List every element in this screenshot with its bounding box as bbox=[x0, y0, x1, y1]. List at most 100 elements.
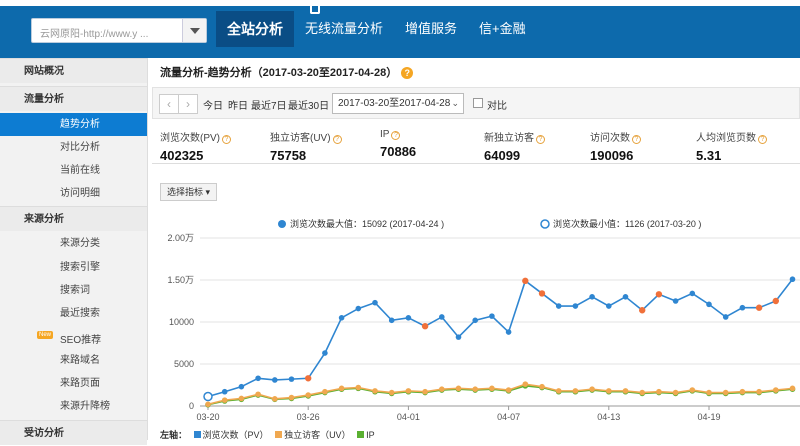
top-strip bbox=[0, 0, 800, 6]
series-line bbox=[207, 278, 794, 398]
data-point bbox=[539, 383, 545, 390]
min-annotation-text: 浏览次数最小值：1126 (2017-03-20 ) bbox=[553, 218, 701, 229]
data-point bbox=[355, 384, 362, 391]
data-point bbox=[739, 388, 746, 395]
max-annotation-text: 浏览次数最大值：15092 (2017-04-24 ) bbox=[290, 218, 444, 229]
data-point bbox=[472, 317, 479, 324]
data-point bbox=[288, 376, 295, 382]
sidebar-item-search-engine[interactable]: 搜索引擎 bbox=[0, 256, 147, 279]
x-tick-label: 03-20 bbox=[196, 412, 219, 422]
top-bar: 云网原阳-http://www.y ... 全站分析 无线流量分析 增值服务 信… bbox=[0, 0, 800, 58]
data-point bbox=[439, 314, 445, 320]
data-point bbox=[305, 392, 311, 398]
data-point bbox=[489, 313, 495, 319]
data-point bbox=[288, 394, 295, 401]
sidebar-item-compare[interactable]: 对比分析 bbox=[0, 136, 147, 159]
data-point bbox=[221, 388, 228, 395]
sidebar-group-visited[interactable]: 受访分析 bbox=[0, 420, 147, 445]
data-point bbox=[272, 396, 278, 402]
data-point bbox=[505, 329, 512, 335]
data-point bbox=[489, 385, 495, 392]
legend-swatch-ip bbox=[357, 431, 365, 438]
data-point bbox=[355, 305, 362, 312]
data-point bbox=[388, 317, 395, 324]
sidebar-group-traffic[interactable]: 流量分析 bbox=[0, 86, 147, 111]
tab-value-added[interactable]: 增值服务 bbox=[394, 11, 468, 47]
data-point bbox=[589, 294, 595, 300]
data-point bbox=[689, 290, 696, 297]
x-tick-label: 03-26 bbox=[297, 412, 320, 422]
data-point bbox=[405, 315, 412, 321]
new-badge: New bbox=[37, 331, 54, 339]
legend-label-uv[interactable]: 独立访客（UV） bbox=[284, 430, 351, 440]
data-point bbox=[455, 385, 462, 392]
data-point bbox=[205, 401, 211, 408]
site-select-value: 云网原阳-http://www.y ... bbox=[40, 29, 149, 40]
data-point bbox=[756, 388, 762, 395]
data-point-highlight bbox=[538, 290, 546, 297]
data-point-highlight bbox=[305, 375, 312, 382]
sidebar-item-search-term[interactable]: 搜索词 bbox=[0, 279, 147, 302]
data-point bbox=[338, 385, 345, 392]
sidebar-item-recent-search[interactable]: 最近搜索 bbox=[0, 302, 147, 325]
sidebar-item-trend[interactable]: 趋势分析 bbox=[0, 113, 147, 136]
sidebar-group-source[interactable]: 来源分析 bbox=[0, 206, 147, 231]
data-point bbox=[606, 388, 612, 394]
data-point bbox=[706, 301, 712, 308]
data-point bbox=[255, 375, 261, 382]
data-point bbox=[672, 298, 679, 304]
sidebar-item-seo: SEO推荐 bbox=[60, 335, 102, 346]
x-tick-label: 04-01 bbox=[397, 412, 420, 422]
data-point bbox=[272, 377, 278, 383]
data-point bbox=[706, 389, 712, 396]
legend-label-ip[interactable]: IP bbox=[366, 430, 375, 440]
data-point bbox=[739, 304, 746, 311]
x-tick-label: 04-07 bbox=[497, 412, 520, 422]
data-point bbox=[238, 395, 245, 402]
sidebar-item-seo-row[interactable]: New SEO推荐 bbox=[0, 326, 147, 349]
data-point bbox=[789, 385, 796, 392]
data-point bbox=[555, 303, 562, 309]
sidebar-item-overview[interactable]: 网站概况 bbox=[0, 58, 147, 83]
data-point-highlight bbox=[755, 304, 763, 311]
data-point bbox=[656, 388, 662, 395]
legend-label-pv[interactable]: 浏览次数（PV） bbox=[203, 430, 269, 440]
y-tick-label: 2.00万 bbox=[167, 233, 194, 243]
sidebar-item-visits[interactable]: 访问明细 bbox=[0, 182, 147, 205]
sidebar-item-online[interactable]: 当前在线 bbox=[0, 159, 147, 182]
tab-finance[interactable]: 信+金融 bbox=[468, 11, 537, 47]
data-point bbox=[455, 334, 462, 340]
data-point bbox=[722, 314, 729, 320]
min-annotation-icon bbox=[540, 219, 550, 229]
data-point bbox=[572, 388, 579, 394]
chevron-down-icon[interactable] bbox=[182, 19, 206, 42]
data-point bbox=[672, 389, 679, 396]
min-point-marker bbox=[203, 391, 213, 402]
data-point bbox=[555, 388, 562, 394]
x-tick-label: 04-19 bbox=[697, 412, 720, 422]
max-annotation-icon bbox=[278, 220, 286, 228]
data-point bbox=[639, 389, 645, 396]
sidebar-item-source-category[interactable]: 来源分类 bbox=[0, 232, 147, 255]
data-point-highlight bbox=[655, 291, 663, 298]
data-point-highlight bbox=[421, 323, 429, 330]
y-tick-label: 0 bbox=[189, 401, 194, 411]
data-point bbox=[322, 350, 328, 356]
legend-axis-label: 左轴： bbox=[160, 430, 188, 440]
tab-site-analysis[interactable]: 全站分析 bbox=[216, 11, 294, 47]
data-point bbox=[689, 387, 696, 393]
data-point bbox=[372, 299, 378, 306]
data-point bbox=[572, 303, 579, 309]
y-tick-label: 1.50万 bbox=[167, 275, 194, 285]
sidebar-item-referrer-page[interactable]: 来路页面 bbox=[0, 372, 147, 395]
data-point bbox=[439, 386, 445, 393]
site-select[interactable]: 云网原阳-http://www.y ... bbox=[31, 18, 207, 43]
sidebar-item-referrer-domain[interactable]: 来路域名 bbox=[0, 349, 147, 372]
series-line bbox=[207, 383, 793, 406]
y-tick-label: 5000 bbox=[174, 359, 194, 369]
data-point bbox=[255, 391, 261, 398]
main-content: 流量分析-趋势分析（2017-03-20至2017-04-28）? ‹ › 今日… bbox=[148, 58, 800, 440]
sidebar-item-source-rank[interactable]: 来源升降榜 bbox=[0, 395, 147, 418]
tab-mobile-traffic[interactable]: 无线流量分析 bbox=[294, 11, 394, 47]
trend-chart: 0 5000 10000 1.50万 2.00万 03-20 03-26 04-01 04-07… bbox=[167, 218, 800, 422]
